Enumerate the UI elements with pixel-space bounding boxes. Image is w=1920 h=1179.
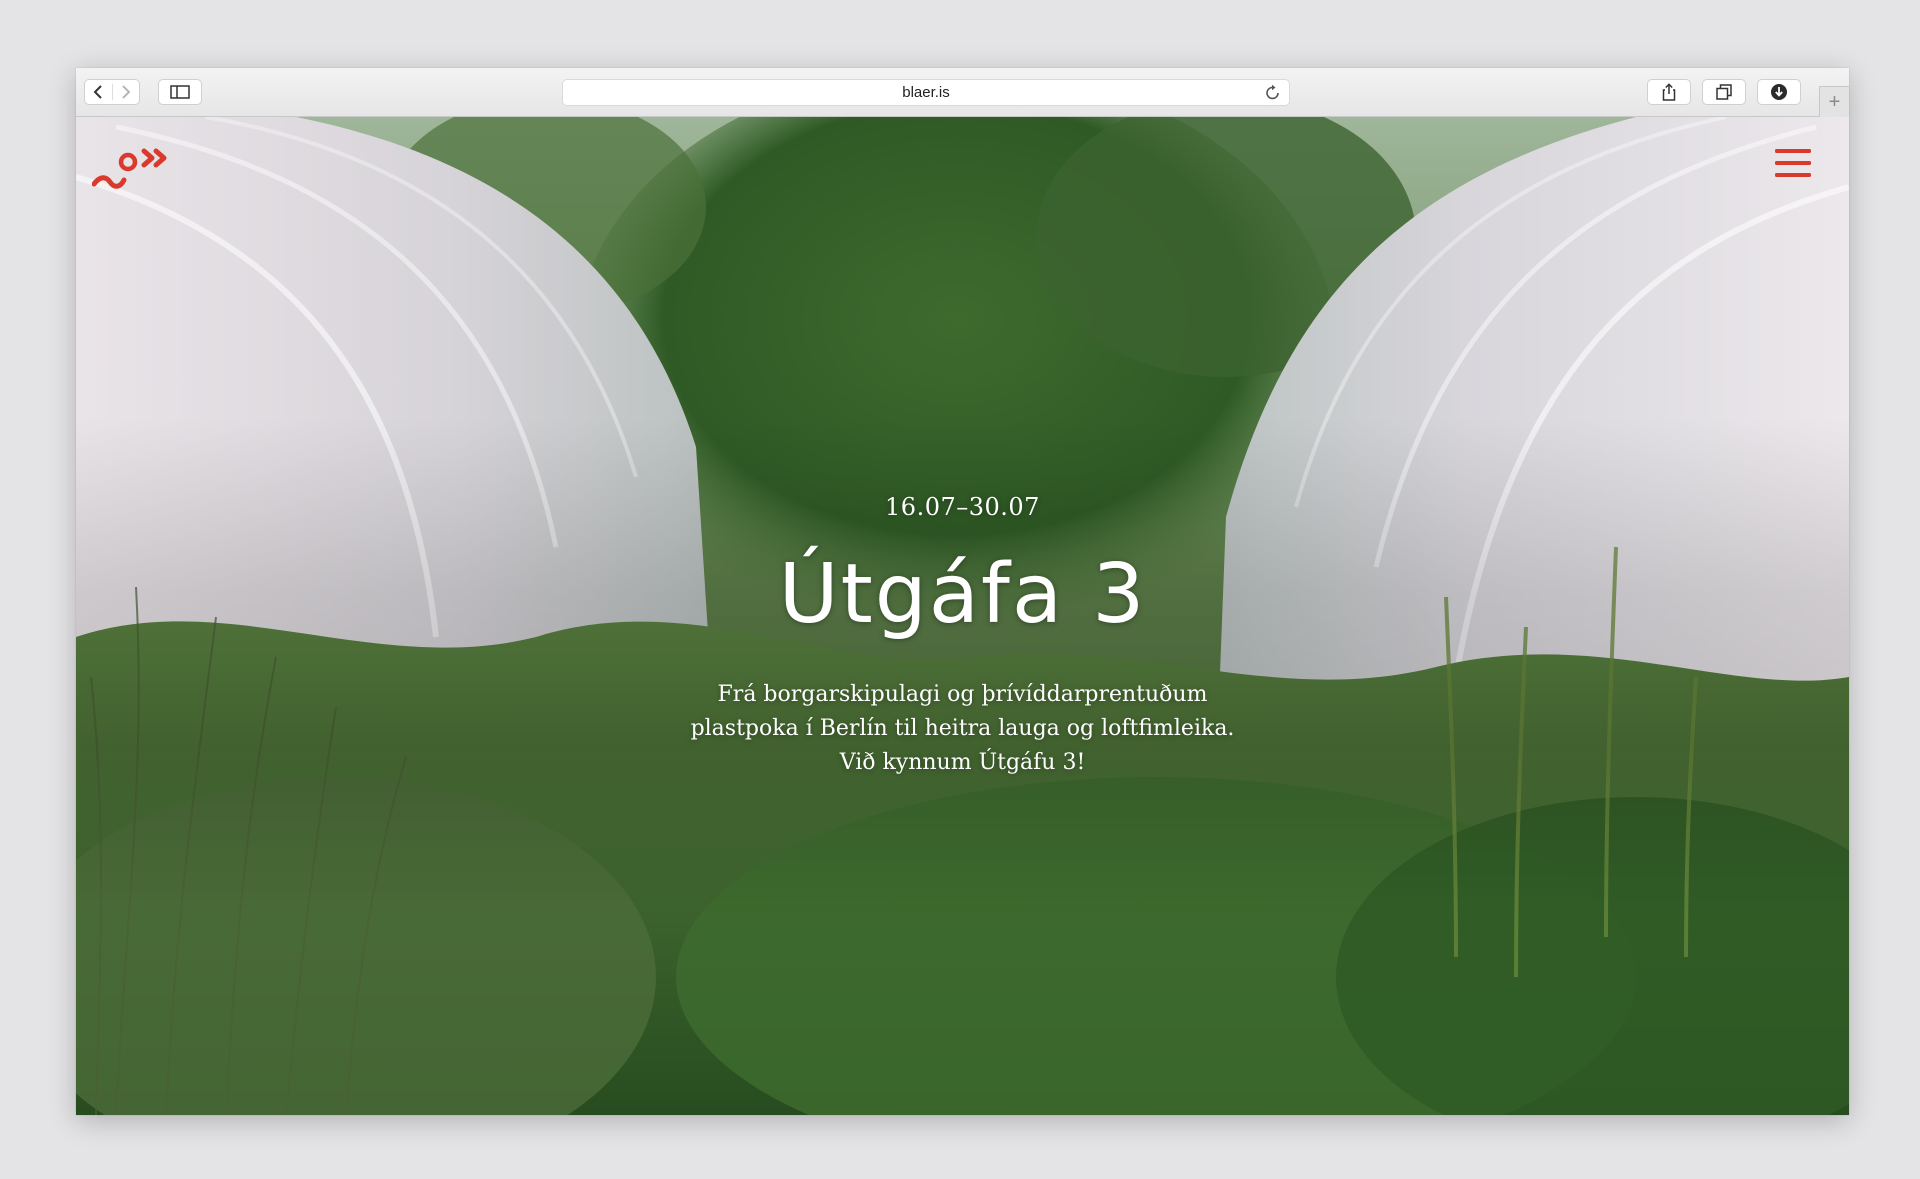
address-bar[interactable]: blaer.is	[562, 79, 1290, 106]
hero-description-line: plastpoka í Berlín til heitra lauga og l…	[690, 716, 1235, 741]
plus-icon: +	[1828, 91, 1841, 113]
download-icon	[1770, 83, 1788, 101]
hero-section: 16.07–30.07 Útgáfa 3 Frá borgarskipulagi…	[76, 117, 1849, 1115]
hero-description: Frá borgarskipulagi og þrívíddarprentuðu…	[643, 678, 1283, 780]
forward-icon[interactable]	[111, 84, 140, 100]
browser-window: blaer.is + 16.07–30.07 Útgáfa 3 Frá borg…	[76, 68, 1849, 1115]
sidebar-icon	[170, 85, 190, 99]
hero-content: 16.07–30.07 Útgáfa 3 Frá borgarskipulagi…	[76, 117, 1849, 1115]
reload-icon[interactable]	[1265, 84, 1281, 106]
browser-toolbar: blaer.is +	[76, 68, 1849, 117]
downloads-button[interactable]	[1757, 79, 1801, 105]
tab-overview-icon	[1716, 84, 1732, 100]
event-date-range: 16.07–30.07	[885, 493, 1040, 521]
nav-buttons	[84, 79, 140, 105]
hero-description-line: Við kynnum Útgáfu 3!	[839, 750, 1086, 775]
address-url: blaer.is	[902, 84, 950, 101]
page-title: Útgáfa 3	[778, 547, 1147, 642]
tab-overview-button[interactable]	[1702, 79, 1746, 105]
share-button[interactable]	[1647, 79, 1691, 105]
share-icon	[1662, 83, 1676, 101]
sidebar-button[interactable]	[158, 79, 202, 105]
back-icon[interactable]	[85, 84, 112, 100]
new-tab-button[interactable]: +	[1819, 86, 1849, 117]
hero-description-line: Frá borgarskipulagi og þrívíddarprentuðu…	[717, 682, 1208, 707]
